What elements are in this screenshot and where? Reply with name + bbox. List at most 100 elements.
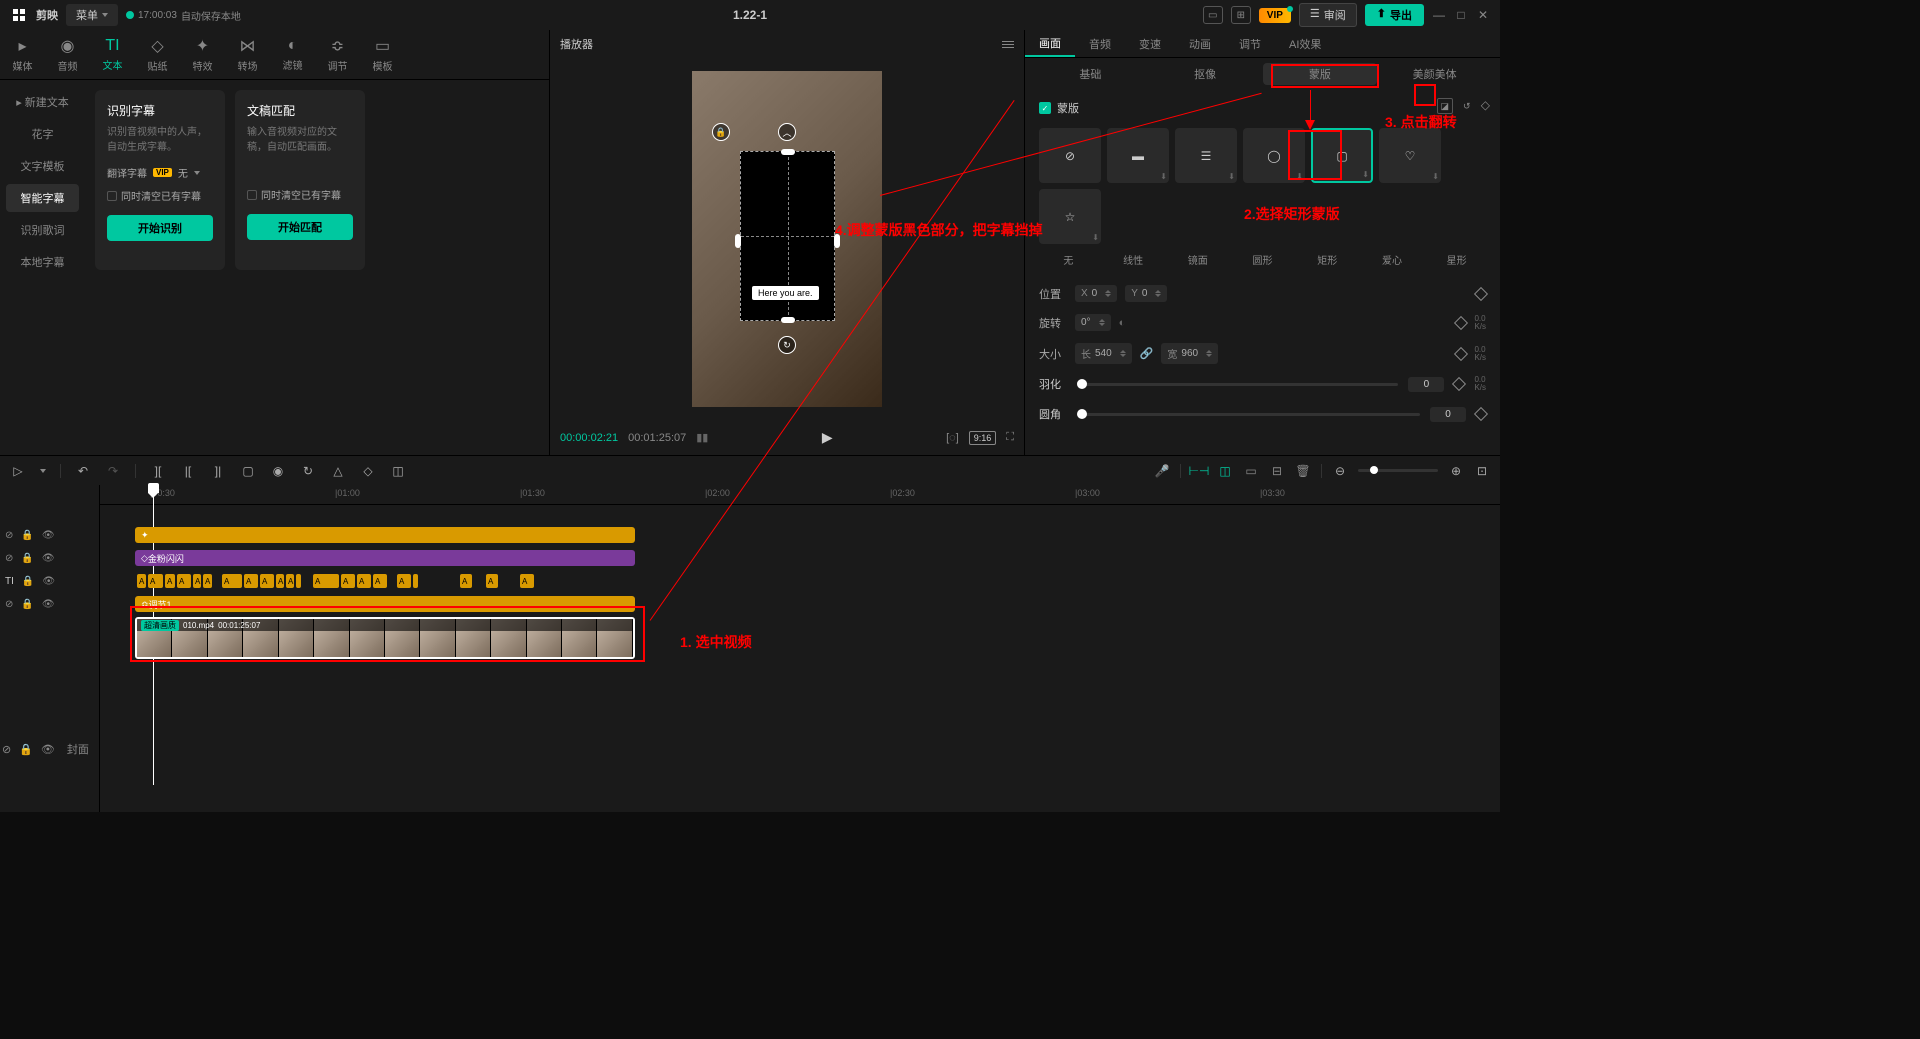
minimize-button[interactable]: —	[1432, 8, 1446, 22]
link-icon[interactable]: 🔗	[1140, 347, 1154, 360]
text-clip[interactable]: A	[486, 574, 498, 588]
track-text[interactable]: TI🔒👁 A A A A A A A A A A A A A A	[100, 571, 1500, 591]
keyframe-icon[interactable]	[1454, 346, 1468, 360]
pointer-tool[interactable]: ▷	[10, 463, 26, 479]
layout-icon-2[interactable]: ⊞	[1231, 6, 1251, 24]
text-clip[interactable]	[296, 574, 301, 588]
sidebar-new-text[interactable]: ▸ 新建文本	[6, 88, 79, 116]
export-button[interactable]: ⬆ 导出	[1365, 4, 1424, 26]
invert-mask-button[interactable]: ◪	[1437, 98, 1453, 114]
text-clip[interactable]: A	[193, 574, 201, 588]
tab-transition[interactable]: ⋈转场	[225, 30, 270, 79]
split-tool[interactable]: ][	[150, 463, 166, 479]
tab-adjust[interactable]: 调节	[1225, 30, 1275, 57]
text-clip[interactable]: A	[148, 574, 163, 588]
undo-button[interactable]: ↶	[75, 463, 91, 479]
text-clip[interactable]	[413, 574, 418, 588]
keyframe-icon[interactable]	[1474, 407, 1488, 421]
text-clip[interactable]: A	[244, 574, 258, 588]
mask-handle-bottom[interactable]	[781, 317, 795, 323]
mic-icon[interactable]: 🎤	[1154, 463, 1170, 479]
tab-audio[interactable]: ◉音频	[45, 30, 90, 79]
mask-rect[interactable]: ▢⬇	[1311, 128, 1373, 183]
timeline-body[interactable]: |00:30 |01:00 |01:30 |02:00 |02:30 |03:0…	[100, 485, 1500, 812]
text-clip[interactable]: A	[373, 574, 387, 588]
vip-badge[interactable]: VIP	[1259, 8, 1291, 23]
mask-handle-right[interactable]	[834, 234, 840, 248]
tab-ai[interactable]: AI效果	[1275, 30, 1335, 57]
mask-none[interactable]: ⊘	[1039, 128, 1101, 183]
zoom-slider[interactable]	[1358, 469, 1438, 472]
text-clip[interactable]: A	[177, 574, 191, 588]
zoom-in-icon[interactable]: ⊕	[1448, 463, 1464, 479]
cover-label[interactable]: ⊘🔒👁 封面	[2, 741, 89, 757]
zoom-out-icon[interactable]: ⊖	[1332, 463, 1348, 479]
feather-value[interactable]: 0	[1408, 377, 1444, 392]
keyframe-tool[interactable]: ◇	[360, 463, 376, 479]
tab-adjust[interactable]: ≎调节	[315, 30, 360, 79]
mask-heart[interactable]: ♡⬇	[1379, 128, 1441, 183]
sidebar-smart-subtitle[interactable]: 智能字幕	[6, 184, 79, 212]
maximize-button[interactable]: □	[1454, 8, 1468, 22]
aspect-ratio[interactable]: 9:16	[969, 431, 997, 445]
track-adjust[interactable]: ⊘🔒👁 ≎ 调节1	[100, 594, 1500, 614]
collapse-icon[interactable]: ︿	[778, 123, 796, 141]
keyframe-diamond-icon[interactable]: ◇	[1481, 98, 1490, 114]
tab-effect[interactable]: ✦特效	[180, 30, 225, 79]
tab-template[interactable]: ▭模板	[360, 30, 405, 79]
timeline-ruler[interactable]: |00:30 |01:00 |01:30 |02:00 |02:30 |03:0…	[100, 485, 1500, 505]
preview-menu-icon[interactable]	[1002, 41, 1014, 48]
sidebar-local-subtitle[interactable]: 本地字幕	[6, 248, 79, 276]
text-clip[interactable]: A	[460, 574, 472, 588]
play-button[interactable]: ▶	[822, 429, 833, 446]
subtab-mask[interactable]: 蒙版	[1263, 63, 1378, 85]
size-h-input[interactable]: 宽960	[1161, 343, 1218, 364]
filter-clip[interactable]: ◇ 金粉闪闪	[135, 550, 635, 566]
track-visible-icon[interactable]: 👁	[42, 530, 55, 541]
text-clip[interactable]: A	[260, 574, 274, 588]
preview-frame[interactable]: 🔒 ︿ Here you are. ↻	[692, 71, 882, 407]
track-lock-icon[interactable]: 🔒	[21, 530, 33, 541]
text-clip[interactable]: A	[203, 574, 212, 588]
link-icon[interactable]: ◫	[1217, 463, 1233, 479]
pos-y-input[interactable]: Y0	[1125, 285, 1167, 302]
preview-icon[interactable]: ▭	[1243, 463, 1259, 479]
tab-filter[interactable]: ◐滤镜	[270, 30, 315, 79]
subtab-basic[interactable]: 基础	[1033, 63, 1148, 85]
start-recognize-button[interactable]: 开始识别	[107, 215, 213, 241]
start-match-button[interactable]: 开始匹配	[247, 214, 353, 240]
align-icon[interactable]: ⊟	[1269, 463, 1285, 479]
mask-mirror[interactable]: ☰⬇	[1175, 128, 1237, 183]
text-clip[interactable]: A	[222, 574, 242, 588]
reset-mask-button[interactable]: ↺	[1459, 98, 1475, 114]
tab-audio[interactable]: 音频	[1075, 30, 1125, 57]
video-clip[interactable]: 超清画质010.mp400:01:25:07	[135, 617, 635, 659]
tab-media[interactable]: ▸媒体	[0, 30, 45, 79]
sidebar-lyrics[interactable]: 识别歌词	[6, 216, 79, 244]
fullscreen-icon[interactable]: ⛶	[1006, 431, 1014, 444]
text-clip[interactable]: A	[165, 574, 175, 588]
tab-sticker[interactable]: ◇贴纸	[135, 30, 180, 79]
trash-icon[interactable]: 🗑	[1295, 463, 1311, 479]
crop-tool[interactable]: ◫	[390, 463, 406, 479]
track-effect[interactable]: ⊘🔒👁 ✦	[100, 525, 1500, 545]
tab-speed[interactable]: 变速	[1125, 30, 1175, 57]
translate-row[interactable]: 翻译字幕 VIP 无	[107, 165, 213, 180]
size-w-input[interactable]: 长540	[1075, 343, 1132, 364]
corner-slider[interactable]	[1077, 413, 1420, 416]
mirror-tool[interactable]: △	[330, 463, 346, 479]
rotate-input[interactable]: 0°	[1075, 314, 1111, 331]
tab-anim[interactable]: 动画	[1175, 30, 1225, 57]
sidebar-text-template[interactable]: 文字模板	[6, 152, 79, 180]
keyframe-icon[interactable]	[1452, 377, 1466, 391]
rotate-icon[interactable]: ↻	[778, 336, 796, 354]
tab-picture[interactable]: 画面	[1025, 30, 1075, 57]
adjust-clip[interactable]: ≎ 调节1	[135, 596, 635, 612]
pos-x-input[interactable]: X0	[1075, 285, 1117, 302]
volume-bars-icon[interactable]: ▮▮	[696, 431, 708, 444]
trim-left-tool[interactable]: |[	[180, 463, 196, 479]
text-clip[interactable]: A	[341, 574, 355, 588]
delete-tool[interactable]: ▢	[240, 463, 256, 479]
keyframe-icon[interactable]	[1454, 315, 1468, 329]
close-button[interactable]: ✕	[1476, 8, 1490, 22]
